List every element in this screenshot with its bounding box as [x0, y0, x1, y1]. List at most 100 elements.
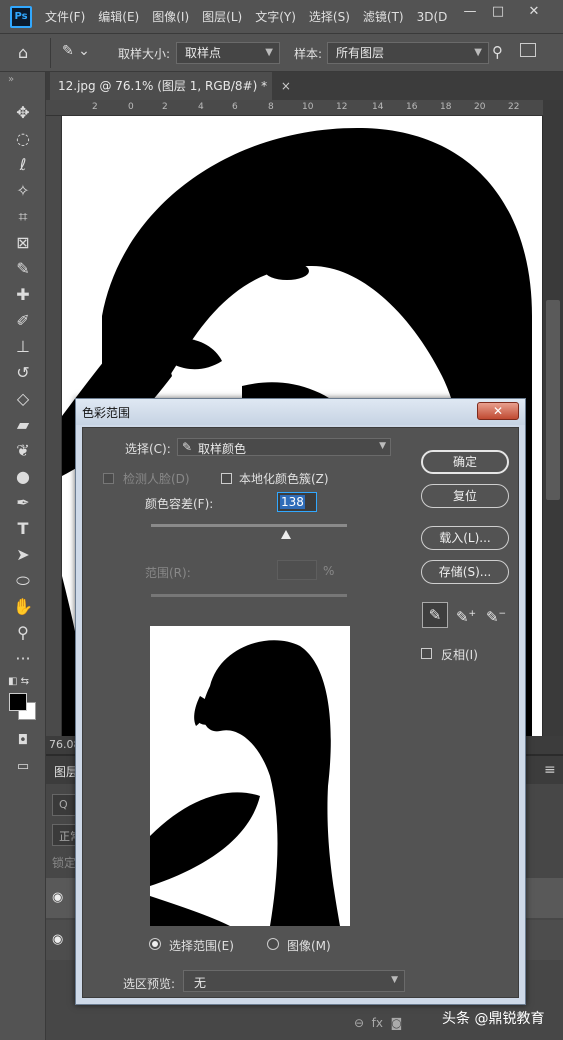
eyedropper-icon[interactable]: ✎: [422, 602, 448, 628]
localized-clusters-label: 本地化颜色簇(Z): [239, 472, 329, 486]
eyedropper-plus-icon[interactable]: ✎+: [453, 602, 479, 628]
photoshop-logo: Ps: [10, 5, 32, 28]
dodge-tool-icon[interactable]: ●: [8, 466, 38, 488]
range-label: 范围(R):: [145, 566, 191, 580]
selection-preview-select[interactable]: 无 ▼: [183, 970, 405, 992]
image-radio[interactable]: [267, 938, 279, 950]
chevron-down-icon: ▼: [391, 975, 398, 985]
default-colors-icon[interactable]: ◧ ⇆: [8, 676, 29, 687]
sample-select[interactable]: 所有图层 ▼: [327, 42, 489, 64]
sample-size-select[interactable]: 取样点 ▼: [176, 42, 280, 64]
eyedropper-tool-preset-icon[interactable]: ✎ ⌄: [62, 43, 98, 63]
ellipse-tool-icon[interactable]: ⬭: [8, 570, 38, 592]
menu-edit[interactable]: 编辑(E): [98, 8, 139, 25]
fuzziness-input[interactable]: 138: [277, 492, 317, 512]
document-tabs: 12.jpg @ 76.1% (图层 1, RGB/8#) * ×: [46, 72, 563, 100]
fuzziness-slider-thumb[interactable]: [281, 530, 292, 539]
crop-tool-icon[interactable]: ⌗: [8, 206, 38, 228]
select-label: 选择(C):: [125, 442, 171, 456]
detect-faces-checkbox[interactable]: [103, 473, 114, 484]
move-tool-icon[interactable]: ✥: [8, 102, 38, 124]
menu-file[interactable]: 文件(F): [45, 8, 85, 25]
color-range-dialog: 色彩范围 ✕ 选择(C): ✎ 取样颜色 ▼ 检测人脸(D) 本地化颜色簇(Z)…: [75, 398, 526, 1005]
close-tab-icon[interactable]: ×: [281, 79, 291, 93]
sample-ring-icon[interactable]: [520, 43, 536, 57]
search-icon[interactable]: ⚲: [492, 43, 503, 61]
close-window-button[interactable]: ✕: [520, 0, 548, 22]
menu-filter[interactable]: 滤镜(T): [363, 8, 404, 25]
localized-clusters-checkbox[interactable]: [221, 473, 232, 484]
detect-faces-label: 检测人脸(D): [123, 472, 190, 486]
dialog-title: 色彩范围: [82, 406, 131, 420]
scroll-thumb[interactable]: [546, 300, 560, 500]
maximize-button[interactable]: □: [484, 0, 512, 22]
foreground-color-swatch[interactable]: [9, 693, 27, 711]
visibility-eye-icon[interactable]: ◉: [52, 890, 63, 905]
ok-button[interactable]: 确定: [421, 450, 509, 474]
healing-brush-tool-icon[interactable]: ✚: [8, 284, 38, 306]
selection-preview-image[interactable]: [150, 626, 350, 926]
path-selection-tool-icon[interactable]: ➤: [8, 544, 38, 566]
panel-menu-icon[interactable]: ≡: [544, 762, 556, 778]
vertical-scrollbar[interactable]: [543, 100, 563, 740]
lasso-tool-icon[interactable]: ℓ: [8, 154, 38, 176]
pen-tool-icon[interactable]: ✒: [8, 492, 38, 514]
fuzziness-label: 颜色容差(F):: [145, 497, 214, 511]
home-icon[interactable]: ⌂: [18, 43, 42, 63]
load-button[interactable]: 载入(L)...: [421, 526, 509, 550]
quick-mask-icon[interactable]: ◘: [8, 730, 38, 752]
frame-tool-icon[interactable]: ⊠: [8, 232, 38, 254]
stamp-tool-icon[interactable]: ⊥: [8, 336, 38, 358]
dialog-body: 选择(C): ✎ 取样颜色 ▼ 检测人脸(D) 本地化颜色簇(Z) 颜色容差(F…: [82, 427, 519, 998]
selection-radio[interactable]: [149, 938, 161, 950]
blur-tool-icon[interactable]: ❦: [8, 440, 38, 462]
eraser-tool-icon[interactable]: ◇: [8, 388, 38, 410]
options-bar: ⌂ ✎ ⌄ 取样大小: 取样点 ▼ 样本: 所有图层 ▼ ⚲: [0, 34, 563, 72]
range-slider-track[interactable]: [151, 594, 347, 597]
chevron-down-icon: ▼: [265, 47, 273, 58]
gradient-tool-icon[interactable]: ▰: [8, 414, 38, 436]
dialog-close-button[interactable]: ✕: [477, 402, 519, 420]
eyedropper-icon: ✎: [182, 440, 193, 454]
menu-type[interactable]: 文字(Y): [255, 8, 296, 25]
minimize-button[interactable]: —: [456, 0, 484, 22]
select-dropdown[interactable]: ✎ 取样颜色 ▼: [177, 438, 391, 456]
more-tools-icon[interactable]: ···: [8, 648, 38, 670]
dialog-titlebar[interactable]: 色彩范围 ✕: [76, 399, 525, 425]
collapse-icon[interactable]: »: [8, 74, 14, 85]
layer-footer-icons[interactable]: ⊖ fx ◙: [354, 1016, 402, 1030]
selection-radio-label: 选择范围(E): [169, 939, 234, 953]
range-unit: %: [323, 564, 335, 578]
sample-size-label: 取样大小:: [118, 47, 171, 61]
zoom-tool-icon[interactable]: ⚲: [8, 622, 38, 644]
lock-label: 锁定: [52, 856, 77, 870]
selection-preview-label: 选区预览:: [123, 977, 176, 991]
menu-layer[interactable]: 图层(L): [202, 8, 242, 25]
type-tool-icon[interactable]: T: [8, 518, 38, 540]
invert-checkbox[interactable]: [421, 648, 432, 659]
save-button[interactable]: 存储(S)...: [421, 560, 509, 584]
horizontal-ruler: 2 0 2 4 6 8 10 12 14 16 18 20 22: [46, 100, 543, 116]
document-tab[interactable]: 12.jpg @ 76.1% (图层 1, RGB/8#) * ×: [50, 72, 291, 100]
reset-button[interactable]: 复位: [421, 484, 509, 508]
menu-3d[interactable]: 3D(D: [417, 10, 448, 24]
screen-mode-icon[interactable]: ▭: [8, 756, 38, 778]
eyedropper-minus-icon[interactable]: ✎−: [483, 602, 509, 628]
hand-tool-icon[interactable]: ✋: [8, 596, 38, 618]
tools-panel: » ✥ ◌ ℓ ✧ ⌗ ⊠ ✎ ✚ ✐ ⊥ ↺ ◇ ▰ ❦ ● ✒ T ➤ ⬭ …: [0, 72, 46, 1040]
marquee-tool-icon[interactable]: ◌: [8, 128, 38, 150]
range-input[interactable]: [277, 560, 317, 580]
image-radio-label: 图像(M): [287, 939, 331, 953]
chevron-down-icon: ▼: [379, 441, 386, 451]
visibility-eye-icon[interactable]: ◉: [52, 932, 63, 947]
eyedropper-tool-icon[interactable]: ✎: [8, 258, 38, 280]
brush-tool-icon[interactable]: ✐: [8, 310, 38, 332]
menu-image[interactable]: 图像(I): [152, 8, 189, 25]
fuzziness-slider-track[interactable]: [151, 524, 347, 527]
history-brush-tool-icon[interactable]: ↺: [8, 362, 38, 384]
chevron-down-icon: ▼: [474, 47, 482, 58]
magic-wand-tool-icon[interactable]: ✧: [8, 180, 38, 202]
preview-image: [150, 626, 350, 926]
vertical-ruler: [46, 116, 62, 736]
menu-select[interactable]: 选择(S): [309, 8, 350, 25]
